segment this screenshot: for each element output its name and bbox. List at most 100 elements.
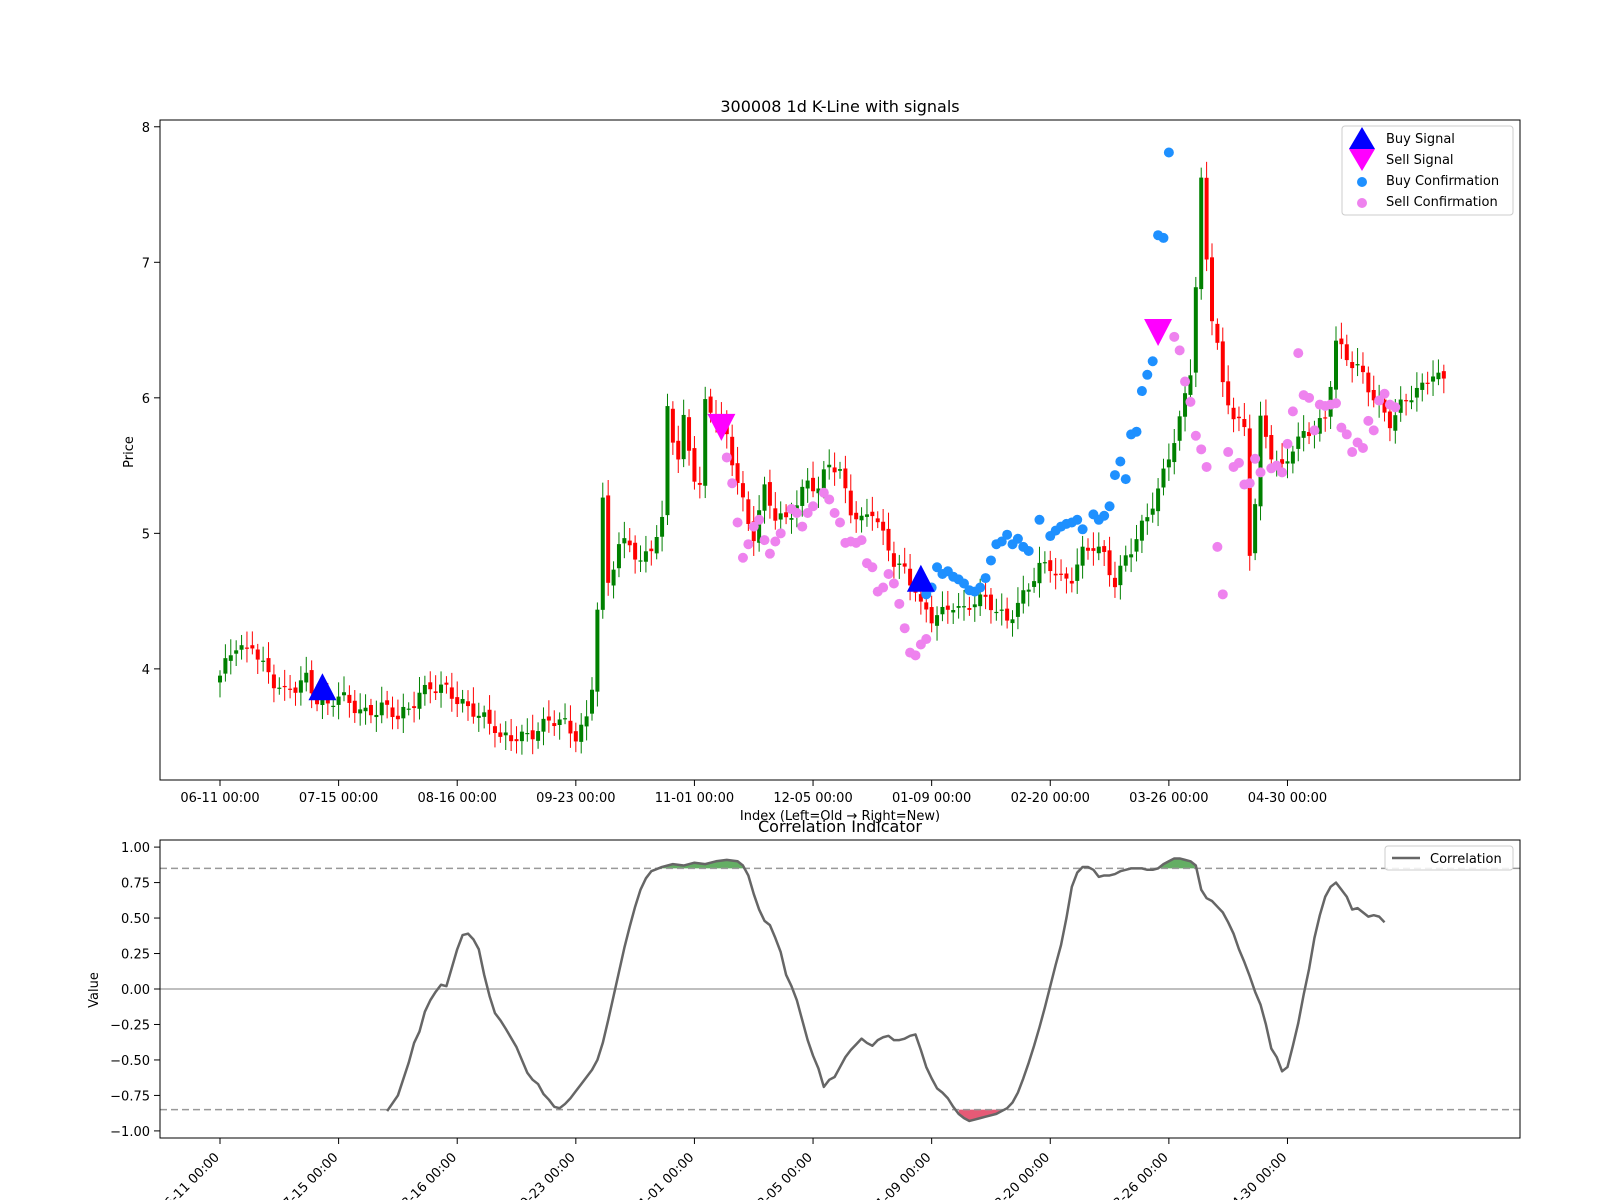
sell-confirmation-point [883, 569, 894, 580]
legend-correlation-label: Correlation [1430, 852, 1502, 867]
sell-confirmation-point [1390, 402, 1401, 413]
candle-body [1296, 436, 1301, 449]
buy-confirmation-point [985, 555, 996, 566]
candle-body [482, 712, 487, 717]
candle-body [1118, 565, 1123, 586]
candle-body [697, 482, 702, 485]
candle-body [1360, 365, 1365, 373]
candle-body [789, 518, 794, 520]
sell-confirmation-point [888, 578, 899, 589]
candle-body [1037, 562, 1042, 584]
candle-body [379, 702, 384, 716]
candle-body [1253, 504, 1258, 554]
candle-body [579, 724, 584, 742]
kline-plot-frame [159, 119, 1521, 781]
candle-body [951, 610, 956, 613]
sell-signal-marker [1144, 319, 1173, 347]
candle-body [978, 594, 983, 607]
corr-ytick-label: 0.00 [121, 983, 150, 998]
kline-xtick-label: 09-23 00:00 [536, 791, 615, 806]
sell-confirmation-point [791, 508, 802, 519]
candle-body [239, 645, 244, 650]
candle-body [385, 700, 390, 705]
sell-confirmation-point [727, 478, 738, 489]
candle-body [870, 511, 875, 517]
candle-body [476, 715, 481, 718]
candle-body [218, 675, 222, 683]
buy-confirmation-point [1072, 514, 1083, 525]
candle-body [331, 705, 336, 707]
candle-body [638, 560, 643, 562]
corr-xtick-label: 12-05 00:00 [749, 1150, 816, 1200]
candle-body [234, 650, 239, 654]
sell-confirmation-point [1331, 398, 1341, 409]
candle-body [897, 563, 902, 565]
sell-confirmation-point [754, 514, 765, 525]
sell-confirmation-point [1357, 442, 1368, 453]
candle-body [611, 569, 616, 586]
candle-body [552, 723, 557, 727]
candle-body [352, 700, 357, 714]
sell-confirmation-point [1244, 478, 1255, 489]
sell-confirmation-point [1293, 348, 1304, 359]
candle-body [449, 687, 454, 699]
kline-legend: Buy Signal Sell Signal Buy Confirmation … [1341, 125, 1514, 216]
candle-body [1096, 546, 1101, 554]
candle-body [1355, 364, 1360, 366]
corr-xtick-label: 06-11 00:00 [156, 1150, 223, 1200]
candle-body [692, 448, 697, 482]
sell-confirmation-point [764, 548, 775, 559]
sell-confirmation-point [1304, 392, 1315, 403]
buy-confirmation-point [975, 582, 986, 593]
corr-ytick-label: −1.00 [110, 1125, 150, 1140]
sell-confirmation-point [867, 562, 878, 573]
kline-xtick-label: 04-30 00:00 [1248, 791, 1327, 806]
legend-buy-confirmation-marker [1357, 177, 1367, 187]
legend-sell-signal-label: Sell Signal [1386, 153, 1454, 168]
candle-body [514, 739, 519, 742]
candle-body [649, 548, 654, 552]
kline-ytick-label: 4 [142, 663, 150, 678]
candle-body [255, 649, 260, 660]
sell-confirmation-point [878, 582, 889, 593]
candle-body [1166, 459, 1171, 468]
candle-body [1010, 619, 1015, 624]
candle-body [1220, 341, 1225, 383]
legend-buy-signal-label: Buy Signal [1386, 132, 1455, 147]
candle-body [767, 482, 772, 506]
candle-body [244, 647, 249, 649]
candle-body [228, 655, 233, 661]
candle-body [1075, 564, 1080, 581]
candle-body [665, 406, 670, 516]
candle-body [1290, 451, 1295, 464]
kline-axes-ticks: 4 5 6 7 8 06-11 00:00 07-15 00:00 08-16 00:00 09… [142, 121, 1327, 806]
corr-xtick-label: 11-01 00:00 [631, 1150, 698, 1200]
candle-body [881, 521, 886, 531]
candle-body [1102, 546, 1107, 552]
candle-body [600, 497, 605, 610]
candle-body [1129, 554, 1134, 558]
candle-body [223, 658, 228, 674]
candle-body [487, 709, 492, 724]
candle-body [590, 689, 594, 714]
candle-body [584, 716, 589, 727]
candle-body [266, 658, 271, 673]
candle-body [1005, 608, 1010, 621]
sell-confirmation-point [1217, 589, 1228, 600]
candle-body [1344, 344, 1349, 361]
candle-body [1080, 546, 1085, 566]
candle-body [832, 467, 837, 473]
candle-body [1042, 562, 1047, 564]
kline-xtick-label: 01-09 00:00 [892, 791, 971, 806]
candle-body [902, 563, 907, 567]
candle-body [358, 709, 363, 714]
buy-confirmation-point [1163, 147, 1174, 158]
candle-body [282, 685, 287, 688]
sell-confirmation-point [824, 494, 835, 505]
candle-body [1183, 393, 1188, 417]
candle-body [277, 687, 282, 689]
candle-body [471, 703, 476, 717]
candle-body [1139, 520, 1144, 541]
buy-confirmation-point [1104, 501, 1115, 512]
candle-body [988, 594, 993, 611]
